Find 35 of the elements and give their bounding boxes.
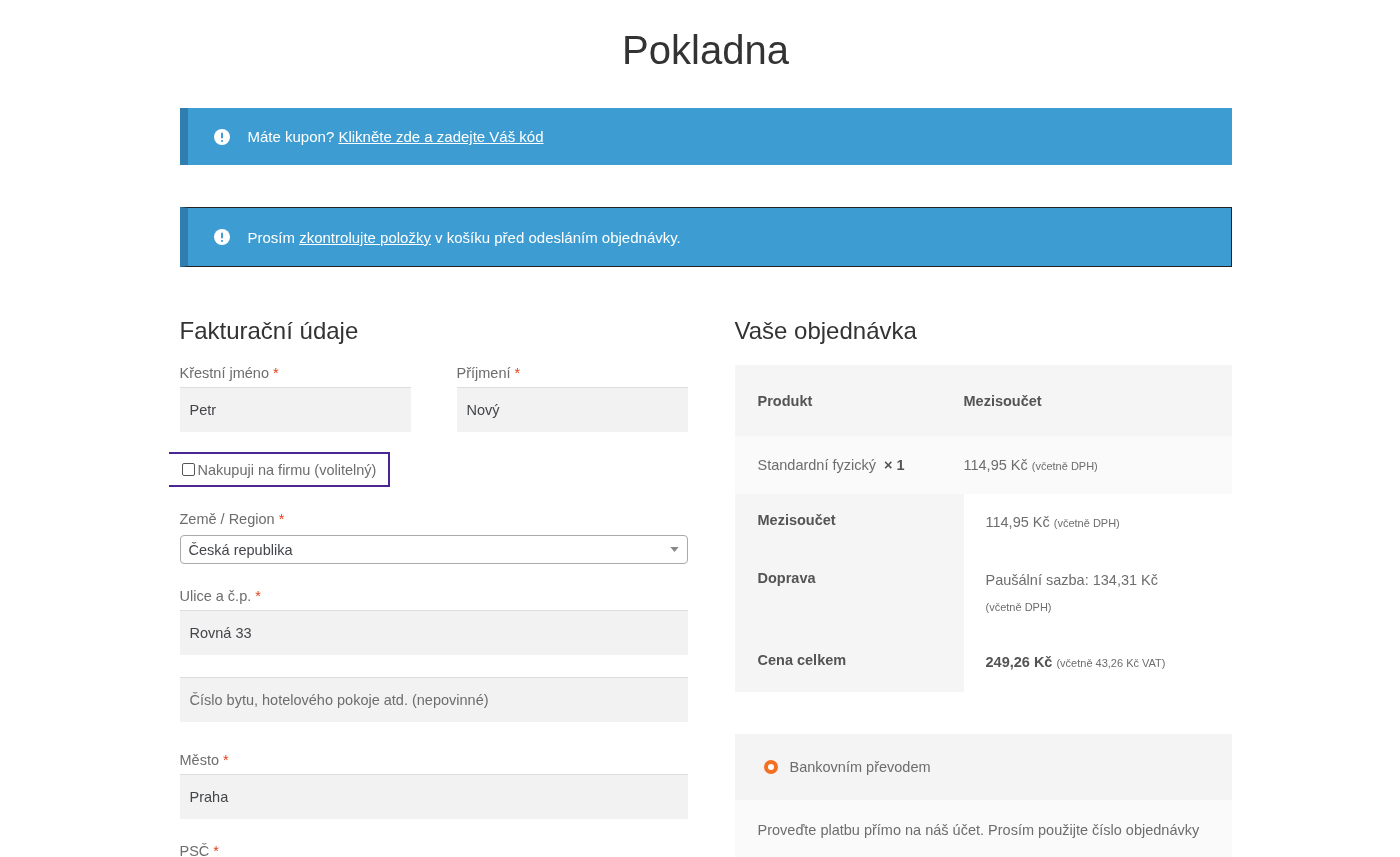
total-value: 114,95 Kč (včetně DPH) bbox=[985, 514, 1120, 530]
country-select[interactable]: Česká republika bbox=[179, 535, 688, 564]
input-field[interactable]: Praha bbox=[179, 774, 688, 819]
total-value: 249,26 Kč (včetně 43,26 Kč VAT) bbox=[985, 654, 1166, 670]
total-value: Paušální sazba: 134,31 Kč (včetně DPH) bbox=[985, 572, 1158, 614]
column-header: Produkt bbox=[756, 392, 814, 409]
payment-method-label: Bankovním převodem bbox=[789, 759, 931, 775]
radio-button[interactable] bbox=[763, 760, 778, 774]
field-label: Křestní jméno * bbox=[179, 365, 280, 383]
payment-description: Proveďte platbu přímo na náš účet. Prosím použijte číslo objednávky bbox=[757, 822, 1200, 838]
total-label: Mezisoučet bbox=[757, 512, 836, 528]
checkbox-label: Nakupuji na firmu (volitelný) bbox=[197, 461, 377, 478]
total-label: Doprava bbox=[757, 570, 816, 586]
section-heading: Vaše objednávka bbox=[734, 317, 918, 346]
field-label: Příjmení * bbox=[456, 365, 522, 383]
checkbox[interactable] bbox=[181, 463, 195, 476]
field-label: Ulice a č.p. * bbox=[179, 588, 262, 606]
notice-text: Prosím zkontrolujte položky v košíku před odesláním objednávky. bbox=[247, 228, 681, 246]
section-heading: Fakturační údaje bbox=[179, 317, 360, 346]
input-field[interactable]: Nový bbox=[456, 387, 688, 432]
field-label: Země / Region * bbox=[179, 511, 286, 529]
product-name: Standardní fyzický × 1 bbox=[756, 457, 906, 473]
total-label: Cena celkem bbox=[757, 652, 847, 668]
exclamation-icon bbox=[213, 128, 230, 145]
input-field[interactable]: Rovná 33 bbox=[179, 610, 688, 655]
notice-text: Máte kupon? Klikněte zde a zadejte Váš kód bbox=[247, 128, 544, 145]
exclamation-icon bbox=[213, 229, 230, 245]
field-label: Město * bbox=[179, 752, 230, 770]
field-label: PSČ * bbox=[179, 843, 220, 857]
input-field[interactable]: Číslo bytu, hotelového pokoje atd. (nepovinné) bbox=[179, 677, 688, 722]
column-header: Mezisoučet bbox=[963, 392, 1042, 409]
page-title: Pokladna bbox=[621, 27, 790, 74]
input-field[interactable]: Petr bbox=[179, 387, 411, 432]
price-text: 114,95 Kč (včetně DPH) bbox=[963, 457, 1098, 473]
caret-icon bbox=[669, 547, 679, 552]
